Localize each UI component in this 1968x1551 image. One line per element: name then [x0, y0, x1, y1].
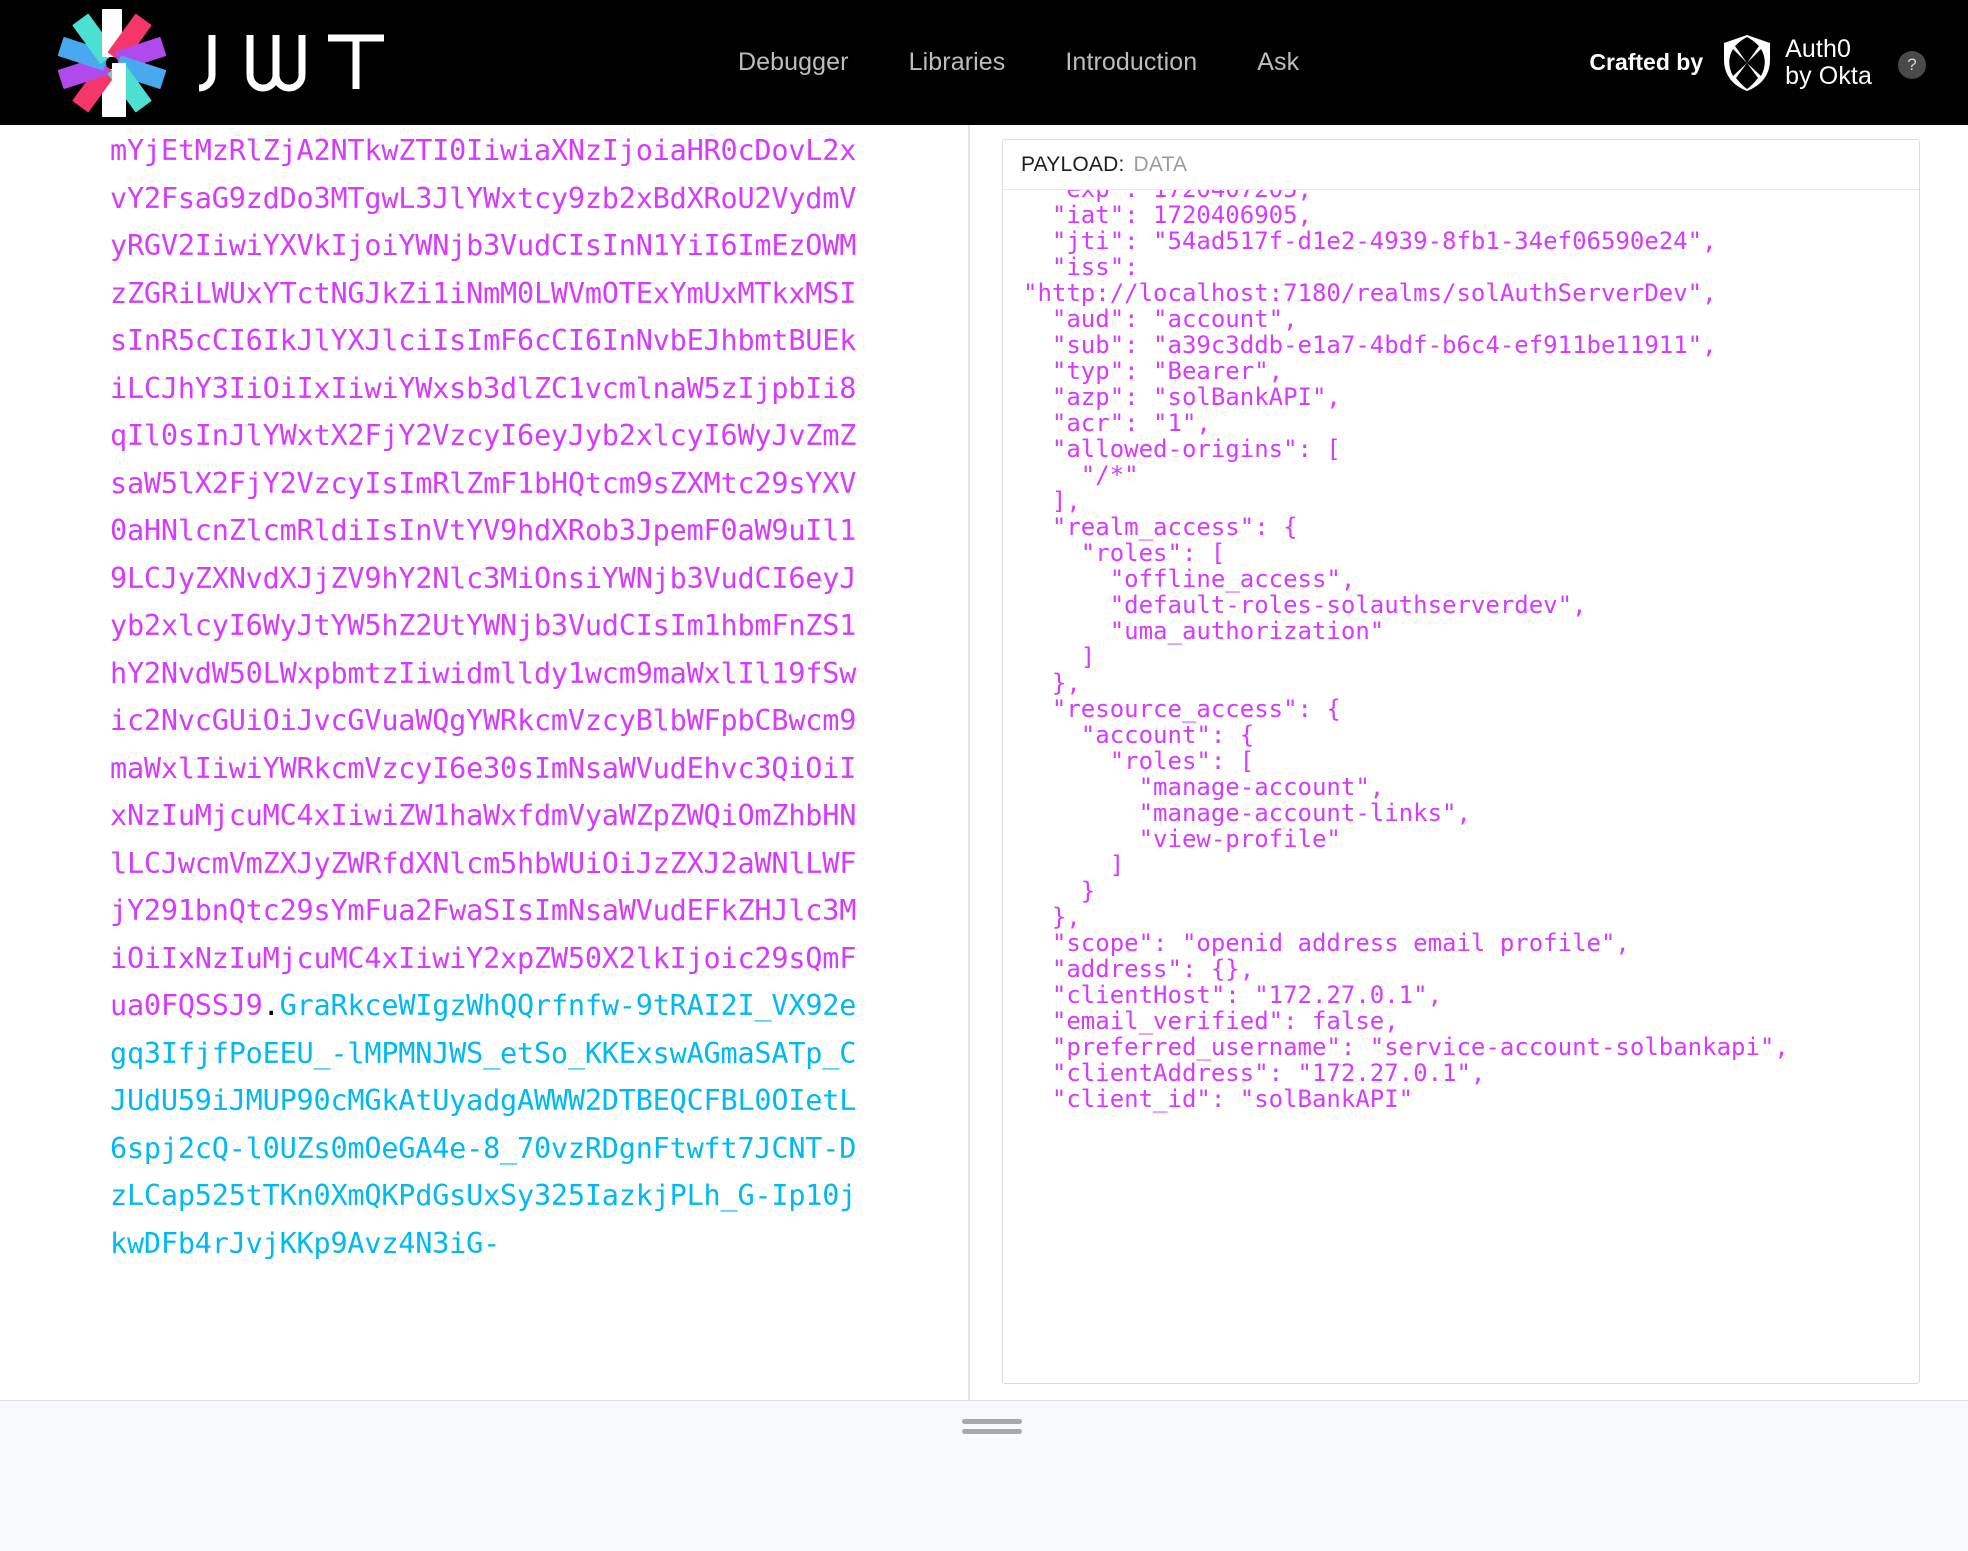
jwt-wordmark-icon [198, 34, 384, 92]
drag-handle-line [962, 1429, 1022, 1434]
site-header: Debugger Libraries Introduction Ask Craf… [0, 0, 1968, 125]
nav-link-libraries[interactable]: Libraries [909, 48, 1006, 77]
payload-label: PAYLOAD: [1021, 152, 1125, 176]
question-mark-icon[interactable]: ? [1898, 50, 1926, 79]
payload-sublabel: DATA [1133, 152, 1188, 176]
payload-card: PAYLOAD: DATA "exp": 1720407205, "iat": … [1002, 139, 1920, 1384]
horizontal-drag-handle-icon[interactable] [962, 1419, 1022, 1434]
payload-json-text: "exp": 1720407205, "iat": 1720406905, "j… [1023, 190, 1789, 1113]
token-payload-segment: mYjEtMzRlZjA2NTkwZTI0IiwiaXNzIjoiaHR0cDo… [110, 134, 857, 1022]
decoded-pane: PAYLOAD: DATA "exp": 1720407205, "iat": … [970, 125, 1968, 1400]
nav-link-introduction[interactable]: Introduction [1065, 48, 1197, 77]
brand-logo[interactable] [57, 8, 418, 117]
token-signature-segment: GraRkceWIgzWhQQrfnfw-9tRAI2I_VX92egq3Ifj… [110, 989, 857, 1260]
token-separator-dot: . [262, 989, 280, 1022]
payload-card-header: PAYLOAD: DATA [1003, 140, 1919, 190]
encoded-token-input[interactable]: mYjEtMzRlZjA2NTkwZTI0IiwiaXNzIjoiaHR0cDo… [110, 127, 860, 1267]
crafted-by-label: Crafted by [1589, 49, 1704, 75]
nav-link-ask[interactable]: Ask [1257, 48, 1299, 77]
logo-blade [112, 62, 126, 117]
drag-handle-line [962, 1419, 1022, 1424]
encoded-token-pane: mYjEtMzRlZjA2NTkwZTI0IiwiaXNzIjoiaHR0cDo… [0, 125, 968, 1400]
auth0-wordmark: Auth0 by Okta [1785, 34, 1872, 90]
auth0-name: Auth0 [1785, 34, 1851, 63]
debugger-workspace: mYjEtMzRlZjA2NTkwZTI0IiwiaXNzIjoiaHR0cDo… [0, 125, 1968, 1551]
auth0-logo-link[interactable]: Auth0 by Okta [1721, 34, 1872, 92]
main-navigation: Debugger Libraries Introduction Ask [738, 48, 1299, 77]
payload-json-editor[interactable]: "exp": 1720407205, "iat": 1720406905, "j… [1003, 190, 1919, 1383]
auth0-shield-icon [1724, 34, 1771, 91]
jwt-starburst-icon [57, 8, 167, 117]
auth0-byline: by Okta [1785, 61, 1872, 90]
crafted-by-block: Crafted by Auth0 by Okta ? [1589, 34, 1926, 92]
nav-link-debugger[interactable]: Debugger [738, 48, 849, 77]
bottom-resize-bar [0, 1400, 1968, 1551]
